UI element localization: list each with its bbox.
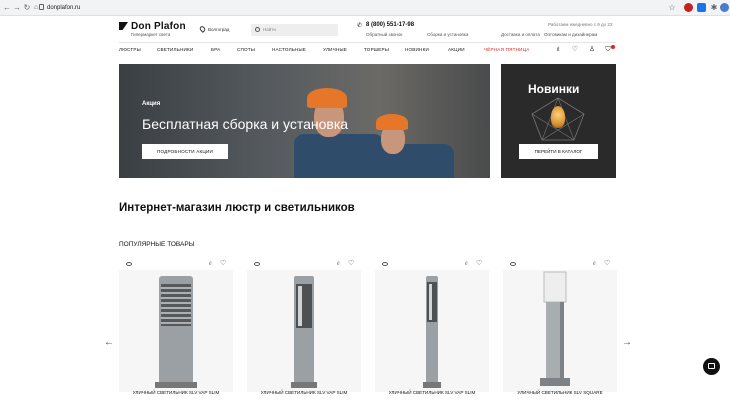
product-image[interactable] (119, 270, 233, 392)
heart-icon[interactable]: ♡ (348, 259, 354, 267)
page-title: Интернет-магазин люстр и светильников (119, 202, 355, 214)
product-image[interactable] (503, 270, 617, 392)
cart-badge (611, 45, 615, 49)
profile-avatar[interactable] (720, 3, 729, 12)
user-icon[interactable]: ♙ (588, 46, 596, 54)
menu-divider (119, 42, 616, 43)
helmet (307, 88, 347, 108)
square-post-lamp (540, 271, 570, 386)
bollard-lamp (155, 276, 197, 388)
heart-icon[interactable]: ♡ (476, 259, 482, 267)
menu-item-lamps[interactable]: СВЕТИЛЬНИКИ (157, 47, 193, 52)
menu-item-black-friday[interactable]: ЧЁРНАЯ ПЯТНИЦА (484, 47, 529, 52)
product-name[interactable]: УЛИЧНЫЙ СВЕТИЛЬНИК SLV VAP SLIM (247, 390, 361, 395)
back-icon[interactable]: ← (2, 3, 12, 13)
quick-view-icon[interactable] (254, 262, 260, 266)
product-image[interactable] (375, 270, 489, 392)
menu-item-floor[interactable]: ТОРШЕРЫ (364, 47, 389, 52)
phone-number[interactable]: 8 (800) 551-17-98 (366, 22, 414, 28)
carousel-prev-icon[interactable]: ← (104, 337, 114, 348)
search-placeholder: Найти (263, 27, 276, 32)
compare-icon[interactable]: ıl (465, 261, 468, 267)
heart-icon[interactable]: ♡ (220, 259, 226, 267)
search-icon (255, 27, 260, 32)
product-image[interactable] (247, 270, 361, 392)
catalog-button[interactable]: ПЕРЕЙТИ В КАТАЛОГ (519, 144, 598, 159)
bollard-lamp (291, 276, 317, 388)
puzzle-icon[interactable]: ✱ (709, 3, 719, 13)
banner-tag: Акция (142, 101, 161, 107)
compare-icon[interactable]: ıl (337, 261, 340, 267)
logo-subtitle: Гипермаркет света (131, 32, 171, 37)
callback-link[interactable]: Обратный звонок (366, 32, 402, 37)
compare-icon[interactable]: ıl (554, 46, 562, 54)
product-name[interactable]: УЛИЧНЫЙ СВЕТИЛЬНИК SLV SQUARE (503, 390, 617, 395)
extension-icon[interactable] (697, 3, 706, 12)
new-arrivals-title: Новинки (528, 82, 580, 96)
quick-view-icon[interactable] (510, 262, 516, 266)
star-icon[interactable]: ☆ (667, 3, 677, 13)
lock-icon (39, 4, 44, 10)
banner-title: Бесплатная сборка и установка (142, 116, 349, 132)
wholesale-link[interactable]: Оптовикам и дизайнерам (544, 32, 597, 37)
forward-icon[interactable]: → (12, 3, 22, 13)
logo-icon[interactable] (119, 22, 128, 30)
carousel-next-icon[interactable]: → (622, 337, 632, 348)
compare-icon[interactable]: ıl (209, 261, 212, 267)
extension-icon[interactable] (684, 3, 693, 12)
menu-item-table[interactable]: НАСТОЛЬНЫЕ (272, 47, 306, 52)
menu-item-chandeliers[interactable]: ЛЮСТРЫ (119, 47, 141, 52)
product-card[interactable]: ıl ♡ (247, 258, 361, 401)
product-card[interactable]: ıl ♡ (503, 258, 617, 401)
heart-icon[interactable]: ♡ (604, 259, 610, 267)
phone-icon: ✆ (357, 23, 363, 29)
menu-item-new[interactable]: НОВИНКИ (405, 47, 429, 52)
quick-view-icon[interactable] (382, 262, 388, 266)
city-selector[interactable]: Волгоград (208, 27, 229, 32)
product-name[interactable]: УЛИЧНЫЙ СВЕТИЛЬНИК SLV VAP SLIM (375, 390, 489, 395)
menu-item-spots[interactable]: СПОТЫ (237, 47, 255, 52)
product-name[interactable]: УЛИЧНЫЙ СВЕТИЛЬНИК SLV VAP SLIM (119, 390, 233, 395)
working-hours: Работаем ежедневно с 9 до 23 (548, 22, 613, 27)
menu-item-sconces[interactable]: БРА (211, 47, 220, 52)
chat-icon (708, 363, 715, 369)
assembly-link[interactable]: Сборка и установка (427, 32, 468, 37)
quick-view-icon[interactable] (126, 262, 132, 266)
bulb-icon (551, 106, 565, 128)
compare-icon[interactable]: ıl (593, 261, 596, 267)
delivery-link[interactable]: Доставка и оплата (501, 32, 540, 37)
product-card[interactable]: ıl ♡ (375, 258, 489, 401)
heart-icon[interactable]: ♡ (571, 46, 579, 54)
bollard-lamp (423, 276, 441, 388)
menu-item-sale[interactable]: АКЦИИ (448, 47, 465, 52)
logo[interactable]: Don Plafon (131, 21, 186, 32)
helmet (376, 114, 408, 130)
address-bar[interactable]: donplafon.ru (47, 3, 80, 13)
chat-button[interactable] (703, 358, 720, 375)
location-pin-icon (198, 25, 207, 33)
promo-details-button[interactable]: ПОДРОБНОСТИ АКЦИИ (142, 144, 228, 159)
browser-toolbar: ← → ↻ ⌂ donplafon.ru ☆ ✱ (0, 0, 730, 16)
product-card[interactable]: ıl ♡ (119, 258, 233, 401)
worker-figure (294, 134, 384, 178)
section-title: ПОПУЛЯРНЫЕ ТОВАРЫ (119, 241, 195, 248)
menu-item-outdoor[interactable]: УЛИЧНЫЕ (323, 47, 347, 52)
